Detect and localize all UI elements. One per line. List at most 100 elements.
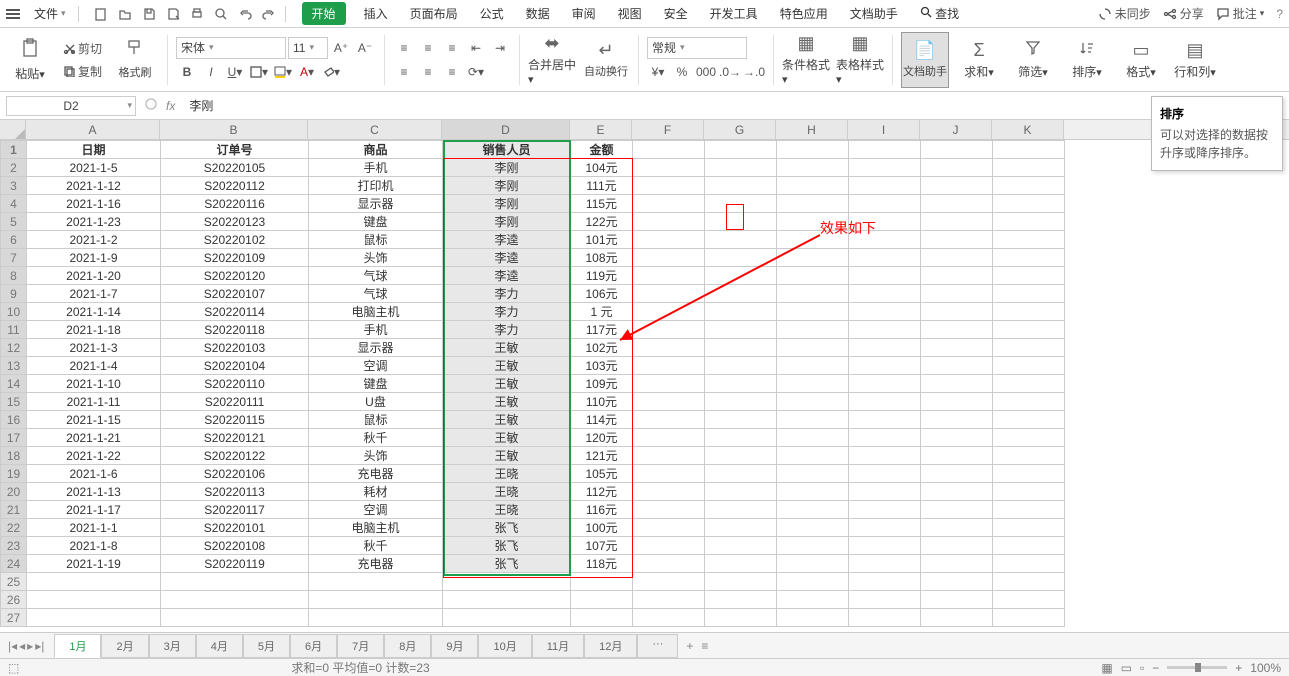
cell[interactable]: 电脑主机 <box>309 519 443 537</box>
cell[interactable]: S20220105 <box>161 159 309 177</box>
cell[interactable] <box>633 519 705 537</box>
cell[interactable]: 2021-1-4 <box>27 357 161 375</box>
cell[interactable] <box>633 447 705 465</box>
cell[interactable] <box>777 249 849 267</box>
cell[interactable] <box>777 483 849 501</box>
cell[interactable]: 气球 <box>309 285 443 303</box>
col-H[interactable]: H <box>776 120 848 139</box>
clear-icon[interactable]: ▾ <box>320 61 342 83</box>
cell[interactable] <box>705 537 777 555</box>
cell[interactable] <box>777 267 849 285</box>
cell[interactable]: 气球 <box>309 267 443 285</box>
cell[interactable]: 2021-1-18 <box>27 321 161 339</box>
row-header[interactable]: 8 <box>1 267 27 285</box>
cell[interactable]: S20220121 <box>161 429 309 447</box>
cell[interactable] <box>705 393 777 411</box>
cell[interactable] <box>993 195 1065 213</box>
cell[interactable] <box>921 609 993 627</box>
cell[interactable] <box>993 267 1065 285</box>
cell[interactable]: 王敏 <box>443 375 571 393</box>
merge-button[interactable]: ⬌合并居中▾ <box>528 32 576 88</box>
font-combo[interactable]: 宋体▾ <box>176 37 286 59</box>
cell[interactable]: 王晓 <box>443 483 571 501</box>
cell[interactable]: 2021-1-12 <box>27 177 161 195</box>
cell[interactable] <box>993 393 1065 411</box>
cell[interactable] <box>993 303 1065 321</box>
font-color-icon[interactable]: A▾ <box>296 61 318 83</box>
tab-layout[interactable]: 页面布局 <box>406 1 462 26</box>
align-right-icon[interactable]: ≡ <box>441 61 463 83</box>
zoom-out-icon[interactable]: − <box>1152 661 1159 675</box>
cell[interactable] <box>993 231 1065 249</box>
cell[interactable] <box>993 537 1065 555</box>
cell[interactable] <box>705 591 777 609</box>
cut-button[interactable]: 剪切 <box>60 38 105 59</box>
new-icon[interactable] <box>91 4 111 24</box>
row-header[interactable]: 10 <box>1 303 27 321</box>
zoom-level[interactable]: 100% <box>1250 661 1281 675</box>
col-D[interactable]: D <box>442 120 570 139</box>
cell[interactable] <box>633 267 705 285</box>
row-header[interactable]: 23 <box>1 537 27 555</box>
cell[interactable] <box>633 465 705 483</box>
select-all-corner[interactable] <box>0 120 26 139</box>
cell[interactable]: 李逵 <box>443 249 571 267</box>
cell[interactable]: U盘 <box>309 393 443 411</box>
cell[interactable] <box>309 573 443 591</box>
cell[interactable] <box>849 465 921 483</box>
cell[interactable]: 105元 <box>571 465 633 483</box>
file-menu[interactable]: 文件▾ <box>28 3 72 24</box>
cell[interactable]: 102元 <box>571 339 633 357</box>
cell[interactable] <box>777 447 849 465</box>
cell[interactable] <box>849 573 921 591</box>
cell[interactable]: S20220119 <box>161 555 309 573</box>
currency-icon[interactable]: ¥▾ <box>647 61 669 83</box>
cell[interactable]: 显示器 <box>309 339 443 357</box>
cell[interactable] <box>993 177 1065 195</box>
cell[interactable]: 键盘 <box>309 375 443 393</box>
cell[interactable] <box>633 537 705 555</box>
tab-view[interactable]: 视图 <box>614 1 646 26</box>
cell[interactable]: 101元 <box>571 231 633 249</box>
cell[interactable] <box>633 195 705 213</box>
cell[interactable]: 2021-1-17 <box>27 501 161 519</box>
cell[interactable]: 张飞 <box>443 519 571 537</box>
cell[interactable]: S20220109 <box>161 249 309 267</box>
cell[interactable] <box>993 411 1065 429</box>
sheet-tab[interactable]: ··· <box>637 634 678 658</box>
cell[interactable] <box>777 141 849 159</box>
cell[interactable]: 王敏 <box>443 393 571 411</box>
cell[interactable]: S20220111 <box>161 393 309 411</box>
cell[interactable]: 2021-1-3 <box>27 339 161 357</box>
cell[interactable] <box>705 159 777 177</box>
app-menu-icon[interactable] <box>6 6 22 22</box>
sheet-nav-next-icon[interactable]: ▸ <box>27 639 33 653</box>
cell[interactable] <box>777 465 849 483</box>
cell[interactable]: 电脑主机 <box>309 303 443 321</box>
cell[interactable]: S20220102 <box>161 231 309 249</box>
cell[interactable] <box>705 321 777 339</box>
cell[interactable] <box>921 195 993 213</box>
cell[interactable] <box>921 537 993 555</box>
cell[interactable]: 头饰 <box>309 447 443 465</box>
cell[interactable] <box>849 285 921 303</box>
cell[interactable] <box>705 267 777 285</box>
indent-inc-icon[interactable]: ⇥ <box>489 37 511 59</box>
cell[interactable] <box>705 609 777 627</box>
tab-home[interactable]: 开始 <box>302 2 346 25</box>
border-icon[interactable]: ▾ <box>248 61 270 83</box>
cell[interactable] <box>633 393 705 411</box>
cell[interactable] <box>993 555 1065 573</box>
cell[interactable] <box>921 501 993 519</box>
cell[interactable]: 107元 <box>571 537 633 555</box>
cell[interactable] <box>849 375 921 393</box>
row-header[interactable]: 15 <box>1 393 27 411</box>
align-left-icon[interactable]: ≡ <box>393 61 415 83</box>
cell[interactable]: 秋千 <box>309 537 443 555</box>
cell[interactable] <box>921 141 993 159</box>
cell[interactable] <box>633 159 705 177</box>
cell[interactable] <box>27 573 161 591</box>
cell[interactable]: 2021-1-1 <box>27 519 161 537</box>
col-I[interactable]: I <box>848 120 920 139</box>
cell[interactable]: 108元 <box>571 249 633 267</box>
